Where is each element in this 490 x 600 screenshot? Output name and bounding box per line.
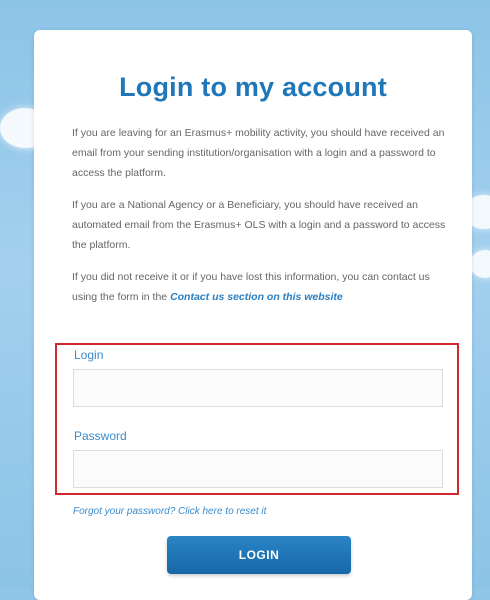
info-paragraph-mobility: If you are leaving for an Erasmus+ mobil… [72, 127, 445, 179]
info-paragraph-agency: If you are a National Agency or a Benefi… [72, 199, 446, 251]
password-label: Password [74, 429, 127, 443]
login-button[interactable]: LOGIN [167, 536, 351, 574]
password-input[interactable] [73, 450, 443, 488]
login-input[interactable] [73, 369, 443, 407]
page-title: Login to my account [119, 72, 387, 102]
contact-us-link[interactable]: Contact us section on this website [170, 291, 343, 303]
forgot-password-link[interactable]: Forgot your password? Click here to rese… [73, 506, 266, 517]
login-label: Login [74, 348, 104, 362]
info-paragraph-contact: If you did not receive it or if you have… [72, 267, 454, 307]
